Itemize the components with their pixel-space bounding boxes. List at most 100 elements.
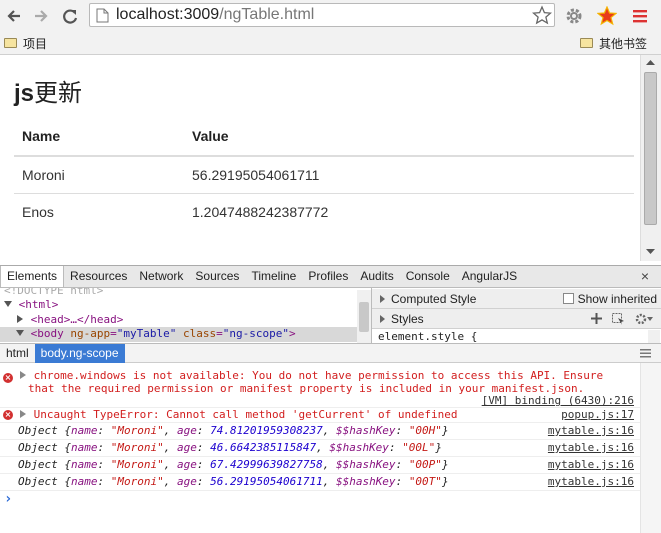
key-hash: $$hashKey <box>335 475 396 488</box>
console-log-object[interactable]: Object {name: "Moroni", age: 67.42999639… <box>18 458 449 471</box>
extension-star-button[interactable] <box>596 5 618 26</box>
console-error-message[interactable]: Uncaught TypeError: Cannot call method '… <box>20 408 457 421</box>
console-log-object[interactable]: Object {name: "Moroni", age: 46.66423851… <box>18 441 442 454</box>
drawer-toggle-icon[interactable] <box>640 349 651 358</box>
collapsed-triangle-icon[interactable] <box>20 410 27 418</box>
breadcrumb-html[interactable]: html <box>0 344 35 363</box>
devtools-tab-bar: Elements Resources Network Sources Timel… <box>0 265 661 288</box>
bookmark-folder-other[interactable]: 其他书签 <box>580 35 647 51</box>
scroll-down-arrow-icon[interactable] <box>646 248 655 255</box>
page-title-cjk: 更新 <box>34 80 83 107</box>
hamburger-menu-icon <box>633 10 647 23</box>
expanded-triangle-icon[interactable] <box>4 300 12 308</box>
collapsed-triangle-icon[interactable] <box>380 314 385 323</box>
reload-button[interactable] <box>60 6 80 26</box>
cell-name: Moroni <box>14 155 184 194</box>
collapsed-triangle-icon[interactable] <box>20 371 27 379</box>
elements-breadcrumb: html body.ng-scope <box>0 343 661 363</box>
value-age: 56.29195054061711 <box>210 475 323 488</box>
console-log-object[interactable]: Object {name: "Moroni", age: 56.29195054… <box>18 475 449 488</box>
console-scrollbar[interactable] <box>640 363 661 533</box>
breadcrumb-body[interactable]: body.ng-scope <box>34 343 125 363</box>
column-header-value[interactable]: Value <box>184 117 634 157</box>
value-hash: "00P" <box>408 458 442 471</box>
url-text: localhost:3009/ngTable.html <box>116 6 314 24</box>
address-bar[interactable]: localhost:3009/ngTable.html <box>89 3 555 27</box>
key-age: age <box>176 441 197 454</box>
error-icon: × <box>3 410 13 420</box>
value-age: 74.81201959308237 <box>210 424 323 437</box>
tab-network[interactable]: Network <box>133 266 189 287</box>
styles-sidebar: Computed Style Show inherited Styles ele… <box>371 288 661 343</box>
tab-profiles[interactable]: Profiles <box>302 266 354 287</box>
tree-node-head[interactable]: <head>…</head> <box>16 313 123 326</box>
styles-scrollbar[interactable] <box>648 330 660 343</box>
tab-sources[interactable]: Sources <box>189 266 245 287</box>
gear-icon <box>566 8 582 24</box>
scroll-up-arrow-icon[interactable] <box>646 59 655 66</box>
error-text-line1: chrome.windows is not available: You do … <box>33 369 604 382</box>
log-source-link[interactable]: mytable.js:16 <box>548 424 634 437</box>
add-style-rule-icon[interactable] <box>591 313 602 324</box>
body-attr-class-value: "ng-scope" <box>222 327 289 340</box>
red-star-icon <box>596 5 618 26</box>
back-button[interactable] <box>4 6 24 26</box>
console-log-object[interactable]: Object {name: "Moroni", age: 74.81201959… <box>18 424 449 437</box>
elements-scrollbar-thumb[interactable] <box>359 302 369 332</box>
forward-button[interactable] <box>31 6 51 26</box>
tab-elements[interactable]: Elements <box>0 266 65 287</box>
value-hash: "00H" <box>408 424 442 437</box>
tab-resources[interactable]: Resources <box>64 266 133 287</box>
collapsed-triangle-icon[interactable] <box>380 294 385 303</box>
console-separator <box>0 473 640 474</box>
folder-icon <box>580 38 593 48</box>
error-text: Uncaught TypeError: Cannot call method '… <box>33 408 458 421</box>
bookmark-folder-projects[interactable]: 项目 <box>4 35 47 51</box>
key-hash: $$hashKey <box>329 441 389 454</box>
show-inherited-toggle[interactable]: Show inherited <box>562 291 657 306</box>
page-title: js更新 <box>14 73 82 108</box>
console-error-message[interactable]: chrome.windows is not available: You do … <box>20 369 603 382</box>
tab-timeline[interactable]: Timeline <box>245 266 302 287</box>
show-inherited-checkbox[interactable] <box>562 293 574 304</box>
expanded-triangle-icon[interactable] <box>16 329 24 337</box>
element-style-rule[interactable]: element.style { <box>378 330 477 343</box>
log-source-link[interactable]: mytable.js:16 <box>548 458 634 471</box>
computed-style-section[interactable]: Computed Style Show inherited <box>372 289 661 309</box>
styles-section[interactable]: Styles <box>372 309 661 329</box>
body-tag-close: > <box>288 327 296 340</box>
tab-angularjs[interactable]: AngularJS <box>456 266 523 287</box>
page-icon <box>96 8 109 23</box>
key-name: name <box>71 424 98 437</box>
page-title-latin: js <box>14 80 35 107</box>
page-scrollbar-thumb[interactable] <box>644 72 657 225</box>
tab-console[interactable]: Console <box>400 266 456 287</box>
value-name: "Moroni" <box>110 424 164 437</box>
star-bookmark-icon[interactable] <box>532 5 552 25</box>
tree-node-html[interactable]: <html> <box>4 298 58 311</box>
key-age: age <box>176 458 197 471</box>
log-source-link[interactable]: mytable.js:16 <box>548 475 634 488</box>
error-source-link[interactable]: [VM] binding (6430):216 <box>482 394 634 407</box>
tab-audits[interactable]: Audits <box>354 266 399 287</box>
chrome-menu-button[interactable] <box>630 6 650 26</box>
element-state-icon[interactable] <box>612 312 625 325</box>
console-prompt[interactable]: › <box>4 491 12 507</box>
key-name: name <box>71 458 98 471</box>
key-hash: $$hashKey <box>335 458 396 471</box>
column-header-name[interactable]: Name <box>14 117 184 157</box>
devtools-close-icon[interactable]: × <box>641 268 649 284</box>
settings-gear-dropdown-icon[interactable] <box>635 313 653 325</box>
back-arrow-icon <box>7 10 20 22</box>
show-inherited-label: Show inherited <box>577 291 657 306</box>
collapsed-triangle-icon[interactable] <box>16 315 24 323</box>
elements-scrollbar[interactable] <box>357 290 371 343</box>
styles-label: Styles <box>391 311 424 326</box>
page-scrollbar[interactable] <box>640 55 661 261</box>
value-age: 67.42999639827758 <box>210 458 323 471</box>
log-source-link[interactable]: mytable.js:16 <box>548 441 634 454</box>
tree-node-body-selected[interactable]: <body ng-app="myTable" class="ng-scope"> <box>0 327 358 342</box>
error-source-link[interactable]: popup.js:17 <box>561 408 634 421</box>
page-viewport: js更新 Name Value Moroni 56.29195054061711… <box>0 55 640 260</box>
extension-gear-button[interactable] <box>564 6 584 26</box>
